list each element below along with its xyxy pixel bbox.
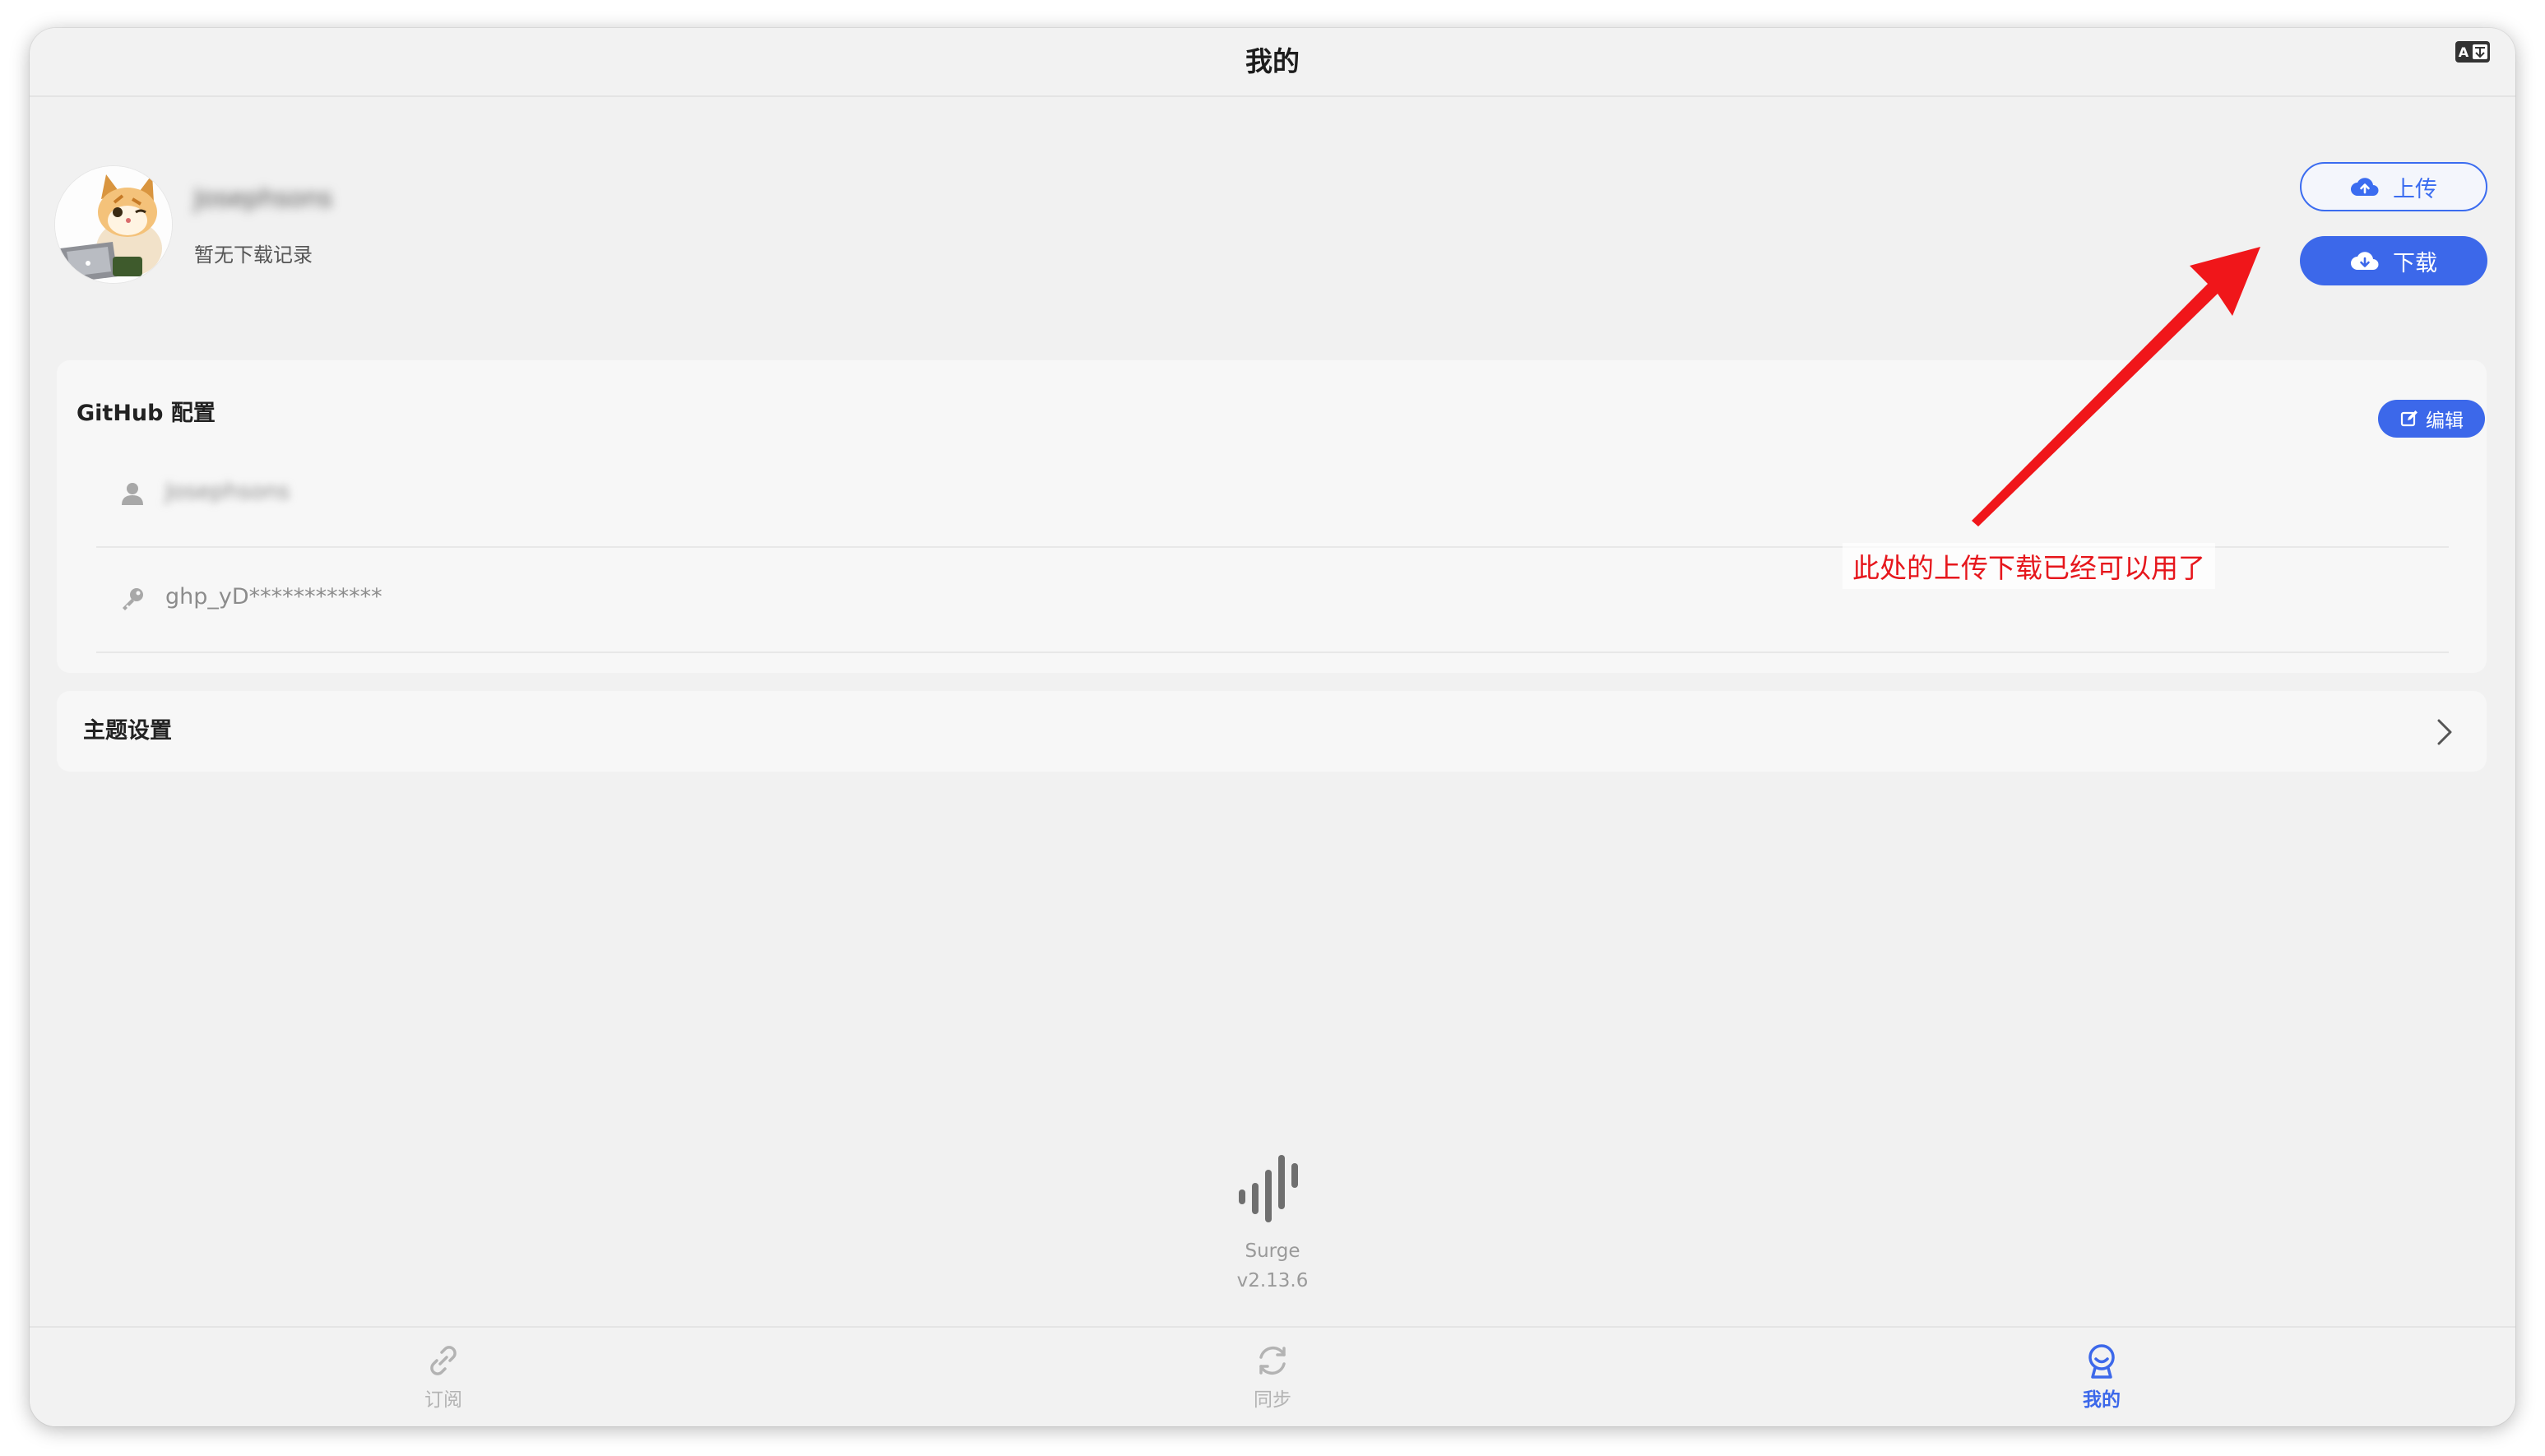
edit-button[interactable]: 编辑: [2378, 400, 2485, 438]
annotation-text: 此处的上传下载已经可以用了: [1843, 543, 2215, 589]
key-icon: [123, 588, 143, 610]
cloud-download-icon: [2351, 252, 2379, 270]
surge-logo-icon: [1239, 1155, 1298, 1222]
app-version: v2.13.6: [1236, 1270, 1309, 1291]
cat-avatar-icon: [55, 166, 172, 283]
user-icon: [122, 483, 143, 505]
profile-icon: [2088, 1344, 2115, 1379]
link-icon: [430, 1346, 457, 1375]
tab-sync-label: 同步: [1254, 1389, 1291, 1411]
app-window: 我的 A Josephsons 暂无下载记录 上传 下载 GitHub 配置 编…: [30, 28, 2515, 1426]
tab-subscription-label: 订阅: [424, 1389, 462, 1411]
theme-settings-row[interactable]: 主题设置: [57, 691, 2487, 772]
download-label: 下载: [2393, 250, 2437, 276]
github-username-value: Josephsons: [165, 479, 290, 504]
username: Josephsons: [194, 184, 332, 213]
edit-icon: [2400, 410, 2418, 427]
github-config-card: GitHub 配置 编辑 Josephsons ghp_yD**********…: [57, 360, 2487, 673]
upload-label: 上传: [2393, 176, 2437, 202]
download-status: 暂无下载记录: [194, 243, 313, 267]
app-name: Surge: [1245, 1240, 1300, 1262]
download-button[interactable]: 下载: [2300, 236, 2487, 285]
upload-button[interactable]: 上传: [2300, 162, 2487, 211]
edit-label: 编辑: [2426, 410, 2464, 432]
avatar[interactable]: [55, 166, 172, 283]
title-bar: 我的 A: [30, 28, 2515, 97]
translate-icon[interactable]: A: [2455, 39, 2491, 64]
github-config-title: GitHub 配置: [76, 401, 216, 426]
page-title: 我的: [1245, 45, 1300, 77]
github-token-value: ghp_yD************: [165, 584, 382, 610]
github-username-row: Josephsons: [96, 443, 2449, 548]
tab-mine-label: 我的: [2083, 1389, 2121, 1411]
svg-text:A: A: [2459, 44, 2469, 60]
sync-icon: [1259, 1346, 1286, 1375]
tab-bar: 订阅 同步 我的: [30, 1326, 2515, 1426]
tab-mine[interactable]: 我的: [2052, 1341, 2151, 1412]
chevron-right-icon: [2437, 719, 2452, 745]
theme-settings-label: 主题设置: [83, 718, 172, 744]
tab-subscription[interactable]: 订阅: [394, 1341, 493, 1412]
tab-sync[interactable]: 同步: [1223, 1341, 1322, 1412]
cloud-upload-icon: [2351, 178, 2379, 196]
